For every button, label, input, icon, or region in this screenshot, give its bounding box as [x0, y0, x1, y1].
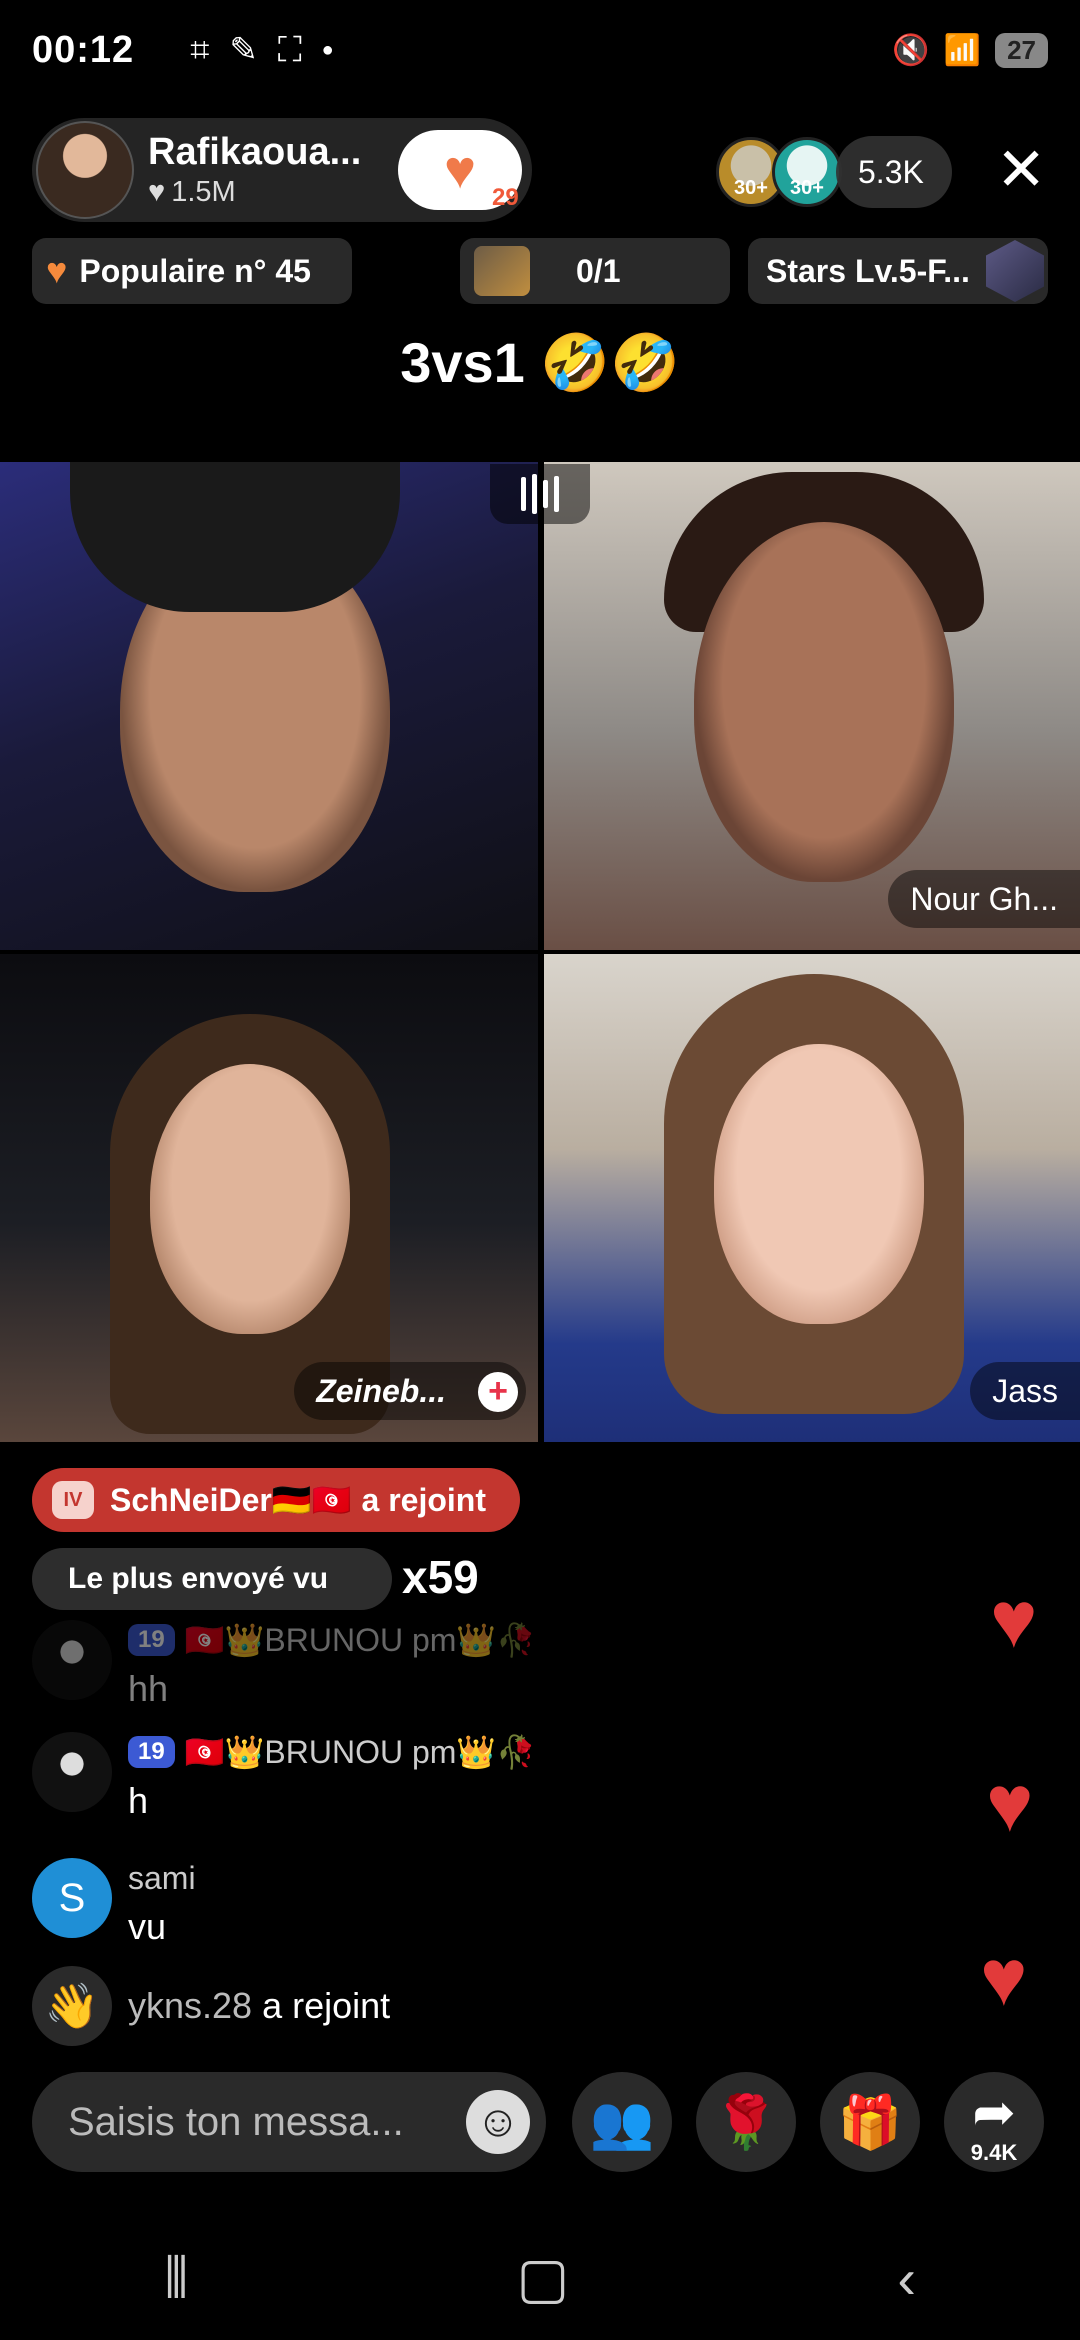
stars-level-chip[interactable]: Stars Lv.5-F... — [748, 238, 1048, 304]
host-likes: ♥ 1.5M — [148, 176, 361, 209]
guest-tile-2[interactable]: Nour Gh... — [544, 462, 1080, 950]
popular-ranking-label: Populaire n° 45 — [79, 252, 311, 289]
most-sent-chip[interactable]: Le plus envoyé vu — [32, 1548, 392, 1610]
commenter-avatar[interactable] — [32, 1620, 112, 1700]
level-badge: 19 — [128, 1736, 175, 1768]
emoji-icon[interactable]: ☺ — [466, 2090, 530, 2154]
share-button[interactable]: ➦ 9.4K — [944, 2072, 1044, 2172]
back-icon[interactable]: ‹ — [897, 2246, 916, 2311]
plus-icon[interactable]: + — [478, 1372, 518, 1412]
guest-name-label: Jass — [970, 1362, 1080, 1420]
share-count: 9.4K — [970, 2140, 1018, 2165]
follow-badge-count: 29 — [491, 184, 519, 211]
multi-guest-icon[interactable]: 👥 — [572, 2072, 672, 2172]
guest-name-label: Nour Gh... — [888, 870, 1080, 928]
comment-text: hh — [128, 1668, 169, 1709]
commenter-avatar[interactable] — [32, 1732, 112, 1812]
join-banner-user: SchNeiDer🇩🇪🇹🇳 — [110, 1482, 352, 1518]
commenter-name: sami — [128, 1859, 196, 1896]
broken-heart-icon: ♥ — [46, 250, 68, 291]
commenter-name: 🇹🇳👑BRUNOU pm👑🥀 — [184, 1734, 537, 1770]
floating-heart-icon: ♥ — [980, 1933, 1028, 2022]
guest-video — [150, 1064, 350, 1334]
lion-icon — [474, 246, 530, 296]
status-notification-icons: ⌗ ✎ ⛶ ● — [190, 33, 334, 67]
gift-icon[interactable]: 🎁 — [820, 2072, 920, 2172]
status-time: 00:12 — [32, 28, 135, 71]
screen-record-icon: ⌗ — [190, 31, 210, 69]
guest-video — [694, 522, 954, 882]
follow-button[interactable]: ♥ 29 — [398, 130, 522, 211]
join-banner[interactable]: IV SchNeiDer🇩🇪🇹🇳 a rejoint — [32, 1468, 520, 1532]
comment-text: vu — [128, 1906, 167, 1947]
home-icon[interactable]: ▢ — [517, 2245, 570, 2311]
host-profile-pill[interactable]: Rafikaoua... ♥ 1.5M ♥ 29 — [32, 118, 532, 222]
popular-ranking-chip[interactable]: ♥ Populaire n° 45 — [32, 238, 352, 304]
comment-text: h — [128, 1780, 149, 1821]
guest-tile-host[interactable] — [0, 462, 538, 950]
audio-level-icon[interactable] — [490, 464, 590, 524]
team-rank-chip[interactable]: 0/1 — [460, 238, 730, 304]
most-sent-count: x59 — [402, 1551, 479, 1603]
viewer-avatar[interactable]: 30+ — [772, 137, 842, 207]
chat-comment[interactable]: 19 🇹🇳👑BRUNOU pm👑🥀 hh — [32, 1620, 536, 1710]
viewer-rank-badge: 30+ — [734, 177, 768, 199]
recent-apps-icon[interactable]: ⦀ — [164, 2245, 189, 2312]
share-icon: ➦ — [972, 2084, 1016, 2142]
team-rank-value: 0/1 — [576, 252, 621, 289]
chat-comment[interactable]: 19 🇹🇳👑BRUNOU pm👑🥀 h — [32, 1732, 536, 1822]
guest-name-text: Zeineb... — [316, 1372, 446, 1409]
floating-heart-icon: ♥ — [986, 1759, 1034, 1848]
commenter-avatar[interactable]: S — [32, 1858, 112, 1938]
close-icon[interactable]: ✕ — [996, 140, 1046, 200]
joined-suffix: a rejoint — [262, 1985, 391, 2026]
floating-heart-icon: ♥ — [990, 1575, 1038, 1664]
multi-guest-grid: Nour Gh... Zeineb... + Jass — [0, 462, 1080, 1442]
status-bar: 00:12 ⌗ ✎ ⛶ ● 🔇 📶 27 — [0, 0, 1080, 100]
system-nav-bar: ⦀ ▢ ‹ — [0, 2216, 1080, 2340]
top-viewers[interactable]: 30+ 30+ 5.3K — [716, 136, 952, 208]
host-name: Rafikaoua... — [148, 131, 362, 173]
rose-gift-icon[interactable]: 🌹 — [696, 2072, 796, 2172]
guest-video — [714, 1044, 924, 1324]
level-badge-icon: IV — [52, 1481, 94, 1519]
joined-user-name: ykns.28 — [128, 1985, 253, 2026]
join-banner-suffix: a rejoint — [361, 1481, 486, 1518]
join-notice[interactable]: 👋 ykns.28 a rejoint — [32, 1966, 390, 2046]
mute-icon: 🔇 — [892, 33, 930, 67]
host-likes-count: 1.5M — [171, 176, 236, 208]
wifi-icon: 📶 — [943, 33, 982, 67]
guest-tile-3[interactable]: Zeineb... + — [0, 954, 538, 1442]
stars-level-label: Stars Lv.5-F... — [766, 252, 970, 289]
edit-icon: ✎ — [229, 31, 258, 69]
commenter-name: 🇹🇳👑BRUNOU pm👑🥀 — [184, 1622, 537, 1658]
screenshot-icon: ⛶ — [277, 31, 302, 69]
guest-tile-4[interactable]: Jass — [544, 954, 1080, 1442]
stream-title: 3vs1 🤣🤣 — [400, 331, 680, 394]
broken-heart-icon: ♥ 29 — [444, 143, 519, 211]
guest-name-label: Zeineb... + — [294, 1362, 526, 1420]
host-avatar[interactable] — [36, 121, 134, 219]
message-input[interactable]: Saisis ton messa... ☺ — [32, 2072, 546, 2172]
viewer-count[interactable]: 5.3K — [836, 136, 952, 208]
star-badge-icon — [986, 240, 1044, 302]
wave-icon[interactable]: 👋 — [32, 1966, 112, 2046]
dot-icon: ● — [321, 39, 334, 61]
viewer-rank-badge: 30+ — [790, 177, 824, 199]
status-system-icons: 🔇 📶 27 — [892, 32, 1048, 68]
level-badge: 19 — [128, 1624, 175, 1656]
battery-icon: 27 — [995, 32, 1048, 68]
heart-icon: ♥ — [148, 176, 166, 208]
chat-comment[interactable]: S sami vu — [32, 1858, 196, 1948]
message-input-placeholder: Saisis ton messa... — [68, 2099, 404, 2144]
